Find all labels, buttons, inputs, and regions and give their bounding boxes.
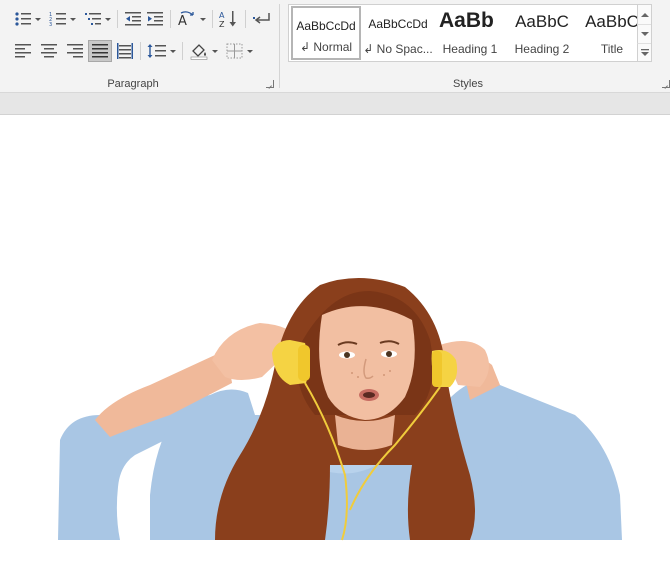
styles-dialog-launcher-icon[interactable] xyxy=(662,80,670,88)
numbering-icon: 1 2 3 xyxy=(49,12,66,27)
decrease-indent-button[interactable] xyxy=(122,8,144,30)
svg-text:A: A xyxy=(178,14,187,27)
toolbar-separator xyxy=(117,10,118,28)
styles-gallery: AaBbCcDd ↲ Normal AaBbCcDd ↲ No Spac... … xyxy=(288,4,652,62)
document-page[interactable] xyxy=(0,115,670,574)
chevron-down-icon[interactable] xyxy=(35,17,41,21)
style-sample: AaBbC xyxy=(515,12,569,31)
toolbar-separator xyxy=(182,42,183,60)
toolbar-separator xyxy=(140,42,141,60)
bullets-icon xyxy=(15,12,31,26)
paint-bucket-icon xyxy=(190,44,208,60)
gallery-scroll-down[interactable] xyxy=(637,24,651,43)
chevron-down-icon[interactable] xyxy=(170,49,176,53)
justify-icon xyxy=(92,44,108,58)
style-heading-1[interactable]: AaBb Heading 1 xyxy=(435,6,505,60)
chevron-down-icon[interactable] xyxy=(212,49,218,53)
paragraph-dialog-launcher-icon[interactable] xyxy=(266,80,274,88)
show-formatting-icon xyxy=(253,13,270,24)
style-no-spacing[interactable]: AaBbCcDd ↲ No Spac... xyxy=(363,6,433,60)
distributed-button[interactable] xyxy=(114,40,136,62)
style-sample: AaBb xyxy=(439,9,494,32)
svg-text:A: A xyxy=(219,11,225,20)
increase-indent-button[interactable] xyxy=(144,8,166,30)
style-heading-2[interactable]: AaBbC Heading 2 xyxy=(507,6,577,60)
chevron-down-icon[interactable] xyxy=(70,17,76,21)
align-left-icon xyxy=(15,44,31,58)
gallery-more-button[interactable] xyxy=(637,43,651,61)
show-formatting-button[interactable] xyxy=(250,8,274,30)
align-right-button[interactable] xyxy=(64,40,86,62)
center-button[interactable] xyxy=(38,40,60,62)
toolbar-separator xyxy=(245,10,246,28)
style-sample: AaBbCcDd xyxy=(296,19,356,33)
justify-button[interactable] xyxy=(88,40,112,62)
svg-text:3: 3 xyxy=(49,22,52,27)
style-name: ↲ Normal xyxy=(299,40,353,54)
sort-icon: A Z xyxy=(219,11,236,28)
align-left-button[interactable] xyxy=(12,40,34,62)
style-sample: AaBbCcDd xyxy=(368,17,428,31)
toolbar-separator xyxy=(212,10,213,28)
style-name: ↲ No Spac... xyxy=(363,42,433,56)
photo-of-woman-with-yellow-headphones[interactable] xyxy=(0,115,670,574)
decrease-indent-icon xyxy=(125,12,141,26)
styles-group-label: Styles xyxy=(453,78,483,90)
multilevel-list-button[interactable] xyxy=(82,8,113,30)
change-case-button[interactable]: A xyxy=(175,8,208,30)
ribbon-page-gap xyxy=(0,93,670,115)
svg-text:Z: Z xyxy=(219,20,225,28)
increase-indent-icon xyxy=(147,12,163,26)
distributed-icon xyxy=(117,43,133,59)
group-divider xyxy=(279,4,280,88)
shading-button[interactable] xyxy=(187,40,220,62)
paragraph-row-2 xyxy=(12,40,255,62)
borders-button[interactable] xyxy=(224,40,255,62)
style-name: Heading 1 xyxy=(442,42,498,56)
style-normal[interactable]: AaBbCcDd ↲ Normal xyxy=(291,6,361,60)
chevron-down-icon xyxy=(640,32,649,36)
paragraph-row-1: 1 2 3 A A Z xyxy=(12,8,274,30)
chevron-down-icon[interactable] xyxy=(105,17,111,21)
more-icon xyxy=(640,48,649,56)
toolbar-separator xyxy=(170,10,171,28)
line-spacing-icon xyxy=(147,44,166,58)
line-spacing-button[interactable] xyxy=(145,40,178,62)
ribbon: 1 2 3 A A Z Paragraph AaBbCcDd ↲ Normal … xyxy=(0,0,670,93)
chevron-up-icon xyxy=(640,12,649,17)
sort-button[interactable]: A Z xyxy=(217,8,241,30)
bullets-button[interactable] xyxy=(12,8,43,30)
align-center-icon xyxy=(41,44,57,58)
multilevel-list-icon xyxy=(85,13,101,25)
chevron-down-icon[interactable] xyxy=(247,49,253,53)
change-case-icon: A xyxy=(178,11,194,27)
borders-icon xyxy=(226,43,243,59)
gallery-scroll-up[interactable] xyxy=(637,5,651,24)
chevron-down-icon[interactable] xyxy=(200,17,206,21)
style-name: Heading 2 xyxy=(514,42,570,56)
align-right-icon xyxy=(67,44,83,58)
paragraph-group-label: Paragraph xyxy=(107,78,159,90)
numbering-button[interactable]: 1 2 3 xyxy=(47,8,78,30)
